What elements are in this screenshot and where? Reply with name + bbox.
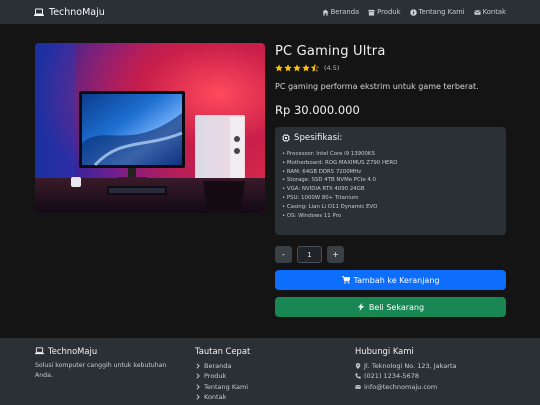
cart-icon [341,276,350,284]
spec-heading: Spesifikasi: [282,133,499,143]
footer-link-label: Tentang Kami [204,382,249,391]
product-image [35,43,265,213]
spec-item: RAM: 64GB DDR5 7200MHz [282,168,499,177]
footer-link-label: Kontak [204,392,227,401]
footer: TechnoMaju Solusi komputer canggih untuk… [0,338,540,405]
spec-item: Casing: Lian Li O11 Dynamic EVO [282,203,499,212]
brand-name: TechnoMaju [49,6,105,18]
chevron-right-icon [196,363,200,369]
footer-link-produk[interactable]: Produk [195,371,250,381]
nav-links: Beranda Produk Tentang Kami Kontak [322,8,506,16]
add-to-cart-button[interactable]: Tambah ke Keranjang [275,270,506,290]
footer-contact-title: Hubungi Kami [355,346,414,356]
nav-link-label: Tentang Kami [418,8,465,16]
cpu-icon [282,134,290,142]
nav-link-kontak[interactable]: Kontak [473,8,506,16]
footer-contact: Hubungi Kami Jl. Teknologi No. 123, Jaka… [355,346,457,392]
footer-phone[interactable]: (021) 1234-5678 [355,371,457,381]
envelope-icon [355,384,361,389]
decrease-quantity-button[interactable]: - [275,246,292,263]
product-rating: (4.5) [275,64,339,72]
footer-quick-links-title: Tautan Cepat [195,346,251,356]
chevron-right-icon [196,394,200,400]
spec-item: Storage: SSD 4TB NVMe PCIe 4.0 [282,176,499,185]
product-title: PC Gaming Ultra [275,44,386,59]
star-full-icon [293,64,301,72]
bolt-icon [357,303,364,311]
spec-item: Motherboard: ROG MAXIMUS Z790 HERO [282,159,499,168]
spec-card: Spesifikasi: Processor: Intel Core i9 13… [275,127,506,235]
rating-value: (4.5) [324,64,340,72]
footer-about: TechnoMaju Solusi komputer canggih untuk… [35,346,185,380]
footer-brand: TechnoMaju [35,346,185,356]
footer-link-tentang[interactable]: Tentang Kami [195,382,250,392]
spec-title: Spesifikasi: [294,133,343,143]
quantity-stepper: - 1 + [275,246,344,263]
add-to-cart-label: Tambah ke Keranjang [353,275,440,285]
navbar: TechnoMaju Beranda Produk Tentang Kami K… [0,0,540,24]
footer-address: Jl. Teknologi No. 123, Jakarta [355,361,457,371]
spec-item: OS: Windows 11 Pro [282,212,499,221]
nav-link-label: Kontak [482,8,506,16]
product-description: PC gaming performa ekstrim untuk game te… [275,82,479,91]
info-icon [409,8,417,16]
quantity-input[interactable]: 1 [297,246,322,263]
footer-email[interactable]: info@technomaju.com [355,382,457,392]
box-icon [368,9,375,16]
footer-link-label: Beranda [204,362,232,370]
footer-brand-name: TechnoMaju [48,346,98,356]
phone-icon [355,373,361,380]
map-pin-icon [355,363,361,370]
star-full-icon [275,64,283,72]
spec-item: PSU: 1000W 80+ Titanium [282,194,499,203]
nav-link-label: Beranda [330,8,360,16]
footer-email-text: info@technomaju.com [364,382,438,391]
product-price: Rp 30.000.000 [275,103,360,117]
buy-now-button[interactable]: Beli Sekarang [275,297,506,317]
brand-link[interactable]: TechnoMaju [34,7,105,18]
envelope-icon [473,9,481,15]
spec-item: VGA: NVIDIA RTX 4090 24GB [282,185,499,194]
chevron-right-icon [196,373,200,380]
gaming-pc-photo [35,43,265,213]
star-full-icon [302,64,310,72]
nav-link-label: Produk [377,8,401,16]
laptop-icon [35,347,44,355]
spec-list: Processor: Intel Core i9 13900KS Motherb… [282,150,499,220]
home-icon [322,8,329,16]
footer-link-label: Produk [204,372,227,381]
footer-quick-links: Tautan Cepat Beranda Produk Tentang Kami… [195,346,250,402]
nav-link-beranda[interactable]: Beranda [322,8,360,16]
laptop-icon [34,8,44,16]
chevron-right-icon [196,384,200,390]
buy-now-label: Beli Sekarang [368,302,425,312]
footer-link-beranda[interactable]: Beranda [195,361,250,371]
nav-link-tentang[interactable]: Tentang Kami [409,8,465,16]
star-half-icon [311,64,319,72]
footer-phone-text: (021) 1234-5678 [364,372,419,381]
footer-address-text: Jl. Teknologi No. 123, Jakarta [364,362,457,370]
increase-quantity-button[interactable]: + [327,246,344,263]
footer-tagline: Solusi komputer canggih untuk kebutuhan … [35,362,167,379]
star-full-icon [284,64,292,72]
nav-link-produk[interactable]: Produk [368,8,401,16]
footer-link-kontak[interactable]: Kontak [195,392,250,402]
spec-item: Processor: Intel Core i9 13900KS [282,150,499,159]
